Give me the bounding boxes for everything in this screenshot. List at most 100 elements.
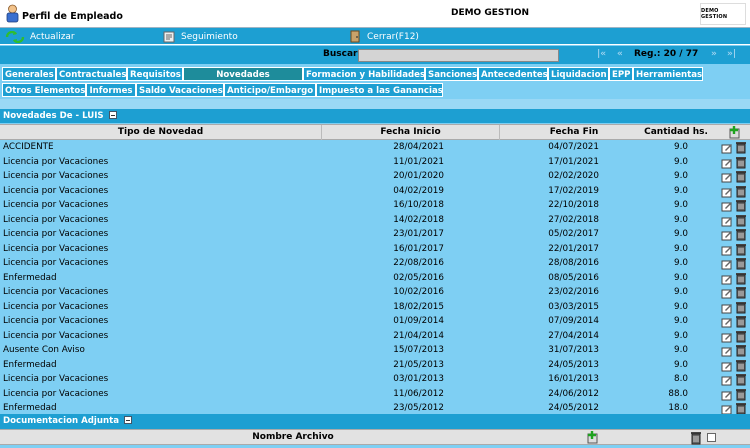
fecha-inicio-cell: 21/05/2013 bbox=[393, 359, 444, 370]
novedad-tipo-cell: Licencia por Vacaciones bbox=[3, 374, 109, 384]
tracking-button[interactable]: Seguimiento bbox=[163, 29, 238, 44]
fecha-inicio-cell: 28/04/2021 bbox=[393, 142, 444, 152]
novedad-tipo-cell: Licencia por Vacaciones bbox=[3, 258, 109, 268]
collapse-icon[interactable] bbox=[108, 110, 117, 119]
table-row[interactable]: Licencia por Vacaciones 14/02/2018 27/02/2… bbox=[0, 213, 750, 228]
novedad-tipo-cell: Licencia por Vacaciones bbox=[3, 330, 109, 341]
table-row[interactable]: Licencia por Vacaciones 11/01/2021 17/01/2… bbox=[0, 155, 750, 170]
cantidad-cell: 9.0 bbox=[674, 359, 688, 370]
novedad-tipo-cell: Licencia por Vacaciones bbox=[3, 214, 109, 225]
close-button[interactable]: Cerrar(F12) bbox=[349, 29, 419, 44]
tab-impuesto-ganancias[interactable]: Impuesto a las Ganancias bbox=[316, 83, 443, 97]
fecha-fin-cell: 16/01/2013 bbox=[548, 374, 599, 384]
cantidad-cell: 9.0 bbox=[674, 156, 688, 167]
col-fecha-fin[interactable]: Fecha Fin bbox=[500, 125, 648, 140]
table-row[interactable]: Licencia por Vacaciones 20/01/2020 02/02/2… bbox=[0, 169, 750, 184]
table-row[interactable]: Licencia por Vacaciones 16/10/2018 22/10/2… bbox=[0, 198, 750, 213]
tracking-label: Seguimiento bbox=[181, 31, 238, 42]
table-row[interactable]: Enfermedad 02/05/2016 08/05/2016 9.0 bbox=[0, 271, 750, 286]
cantidad-cell: 9.0 bbox=[674, 345, 688, 355]
tab-sanciones[interactable]: Sanciones bbox=[425, 67, 478, 81]
last-record-button[interactable]: »| bbox=[727, 49, 736, 59]
tab-formacion[interactable]: Formacion y Habilidades bbox=[303, 67, 425, 81]
col-nombre-archivo[interactable]: Nombre Archivo bbox=[160, 430, 426, 445]
novedad-tipo-cell: Licencia por Vacaciones bbox=[3, 200, 109, 210]
tab-contractuales[interactable]: Contractuales bbox=[56, 67, 127, 81]
fecha-inicio-cell: 16/01/2017 bbox=[393, 243, 444, 254]
novedad-tipo-cell: ACCIDENTE bbox=[3, 142, 54, 152]
table-row[interactable]: Licencia por Vacaciones 01/09/2014 07/09/2… bbox=[0, 314, 750, 329]
prev-record-button[interactable]: « bbox=[617, 49, 623, 59]
first-record-button[interactable]: |« bbox=[597, 49, 606, 59]
table-row[interactable]: Licencia por Vacaciones 03/01/2013 16/01/2… bbox=[0, 372, 750, 387]
fecha-inicio-cell: 15/07/2013 bbox=[393, 345, 444, 355]
table-row[interactable]: Licencia por Vacaciones 16/01/2017 22/01/2… bbox=[0, 242, 750, 257]
tab-liquidacion[interactable]: Liquidacion bbox=[548, 67, 609, 81]
collapse-icon[interactable] bbox=[124, 415, 133, 424]
novedad-tipo-cell: Licencia por Vacaciones bbox=[3, 185, 109, 196]
tab-otros-elementos[interactable]: Otros Elementos bbox=[2, 83, 86, 97]
cantidad-cell: 9.0 bbox=[674, 185, 688, 196]
table-row[interactable]: Licencia por Vacaciones 21/04/2014 27/04/2… bbox=[0, 329, 750, 344]
table-row[interactable]: Licencia por Vacaciones 11/06/2012 24/06/2… bbox=[0, 387, 750, 402]
tab-herramientas[interactable]: Herramientas bbox=[633, 67, 703, 81]
tab-saldo-vacaciones[interactable]: Saldo Vacaciones bbox=[136, 83, 224, 97]
table-row[interactable]: Licencia por Vacaciones 10/02/2016 23/02/2… bbox=[0, 285, 750, 300]
section-divider bbox=[0, 99, 750, 109]
fecha-inicio-cell: 14/02/2018 bbox=[393, 214, 444, 225]
fecha-inicio-cell: 03/01/2013 bbox=[393, 374, 444, 384]
fecha-fin-cell: 28/08/2016 bbox=[548, 258, 599, 268]
novedad-tipo-cell: Licencia por Vacaciones bbox=[3, 229, 109, 239]
select-all-checkbox[interactable] bbox=[707, 433, 716, 442]
fecha-inicio-cell: 02/05/2016 bbox=[393, 272, 444, 283]
title-bar: Perfil de Empleado DEMO GESTION DEMO GES… bbox=[0, 0, 750, 28]
tab-informes[interactable]: Informes bbox=[86, 83, 136, 97]
table-row[interactable]: Licencia por Vacaciones 18/02/2015 03/03/2… bbox=[0, 300, 750, 315]
add-file-icon[interactable] bbox=[585, 431, 599, 445]
tab-novedades[interactable]: Novedades bbox=[183, 67, 303, 81]
cantidad-cell: 9.0 bbox=[674, 287, 688, 297]
add-record-icon[interactable] bbox=[727, 126, 741, 140]
documentacion-grid-header: Nombre Archivo bbox=[0, 429, 750, 445]
novedades-table-body: ACCIDENTE 28/04/2021 04/07/2021 9.0 Licencia… bbox=[0, 140, 750, 416]
search-bar: Buscar |« « Reg.: 20 / 77 » »| bbox=[0, 46, 750, 64]
fecha-fin-cell: 27/02/2018 bbox=[548, 214, 599, 225]
fecha-fin-cell: 27/04/2014 bbox=[548, 330, 599, 341]
fecha-fin-cell: 07/09/2014 bbox=[548, 316, 599, 326]
novedad-tipo-cell: Enfermedad bbox=[3, 359, 57, 370]
table-row[interactable]: Ausente Con Aviso 15/07/2013 31/07/2013 9.0 bbox=[0, 343, 750, 358]
col-tipo-novedad[interactable]: Tipo de Novedad bbox=[0, 125, 322, 140]
cantidad-cell: 9.0 bbox=[674, 243, 688, 254]
table-row[interactable]: Licencia por Vacaciones 04/02/2019 17/02/2… bbox=[0, 184, 750, 199]
company-logo: DEMO GESTION bbox=[700, 3, 746, 25]
refresh-label: Actualizar bbox=[30, 31, 75, 42]
table-row[interactable]: ACCIDENTE 28/04/2021 04/07/2021 9.0 bbox=[0, 140, 750, 155]
refresh-button[interactable]: Actualizar bbox=[5, 29, 75, 44]
tab-epp[interactable]: EPP bbox=[609, 67, 633, 81]
table-row[interactable]: Licencia por Vacaciones 22/08/2016 28/08/2… bbox=[0, 256, 750, 271]
cantidad-cell: 9.0 bbox=[674, 316, 688, 326]
fecha-inicio-cell: 11/01/2021 bbox=[393, 156, 444, 167]
tab-generales[interactable]: Generales bbox=[2, 67, 56, 81]
col-fecha-inicio[interactable]: Fecha Inicio bbox=[322, 125, 500, 140]
next-record-button[interactable]: » bbox=[711, 49, 717, 59]
fecha-inicio-cell: 21/04/2014 bbox=[393, 330, 444, 341]
tab-antecedentes[interactable]: Antecedentes bbox=[478, 67, 548, 81]
tab-requisitos[interactable]: Requisitos bbox=[127, 67, 183, 81]
cantidad-cell: 9.0 bbox=[674, 301, 688, 312]
fecha-fin-cell: 24/06/2012 bbox=[548, 388, 599, 399]
fecha-fin-cell: 22/10/2018 bbox=[548, 200, 599, 210]
trash-icon[interactable] bbox=[690, 431, 702, 445]
fecha-fin-cell: 17/01/2021 bbox=[548, 156, 599, 167]
table-row[interactable]: Licencia por Vacaciones 23/01/2017 05/02/2… bbox=[0, 227, 750, 242]
col-cantidad-hs[interactable]: Cantidad hs. bbox=[636, 125, 716, 140]
tab-anticipo-embargo[interactable]: Anticipo/Embargo bbox=[224, 83, 316, 97]
novedades-section-title: Novedades De - LUIS bbox=[3, 111, 104, 121]
novedad-tipo-cell: Licencia por Vacaciones bbox=[3, 171, 109, 181]
search-input[interactable] bbox=[358, 49, 559, 62]
employee-profile-icon bbox=[6, 4, 19, 23]
table-row[interactable]: Enfermedad 21/05/2013 24/05/2013 9.0 bbox=[0, 358, 750, 373]
novedad-tipo-cell: Licencia por Vacaciones bbox=[3, 301, 109, 312]
fecha-fin-cell: 05/02/2017 bbox=[548, 229, 599, 239]
cantidad-cell: 9.0 bbox=[674, 214, 688, 225]
